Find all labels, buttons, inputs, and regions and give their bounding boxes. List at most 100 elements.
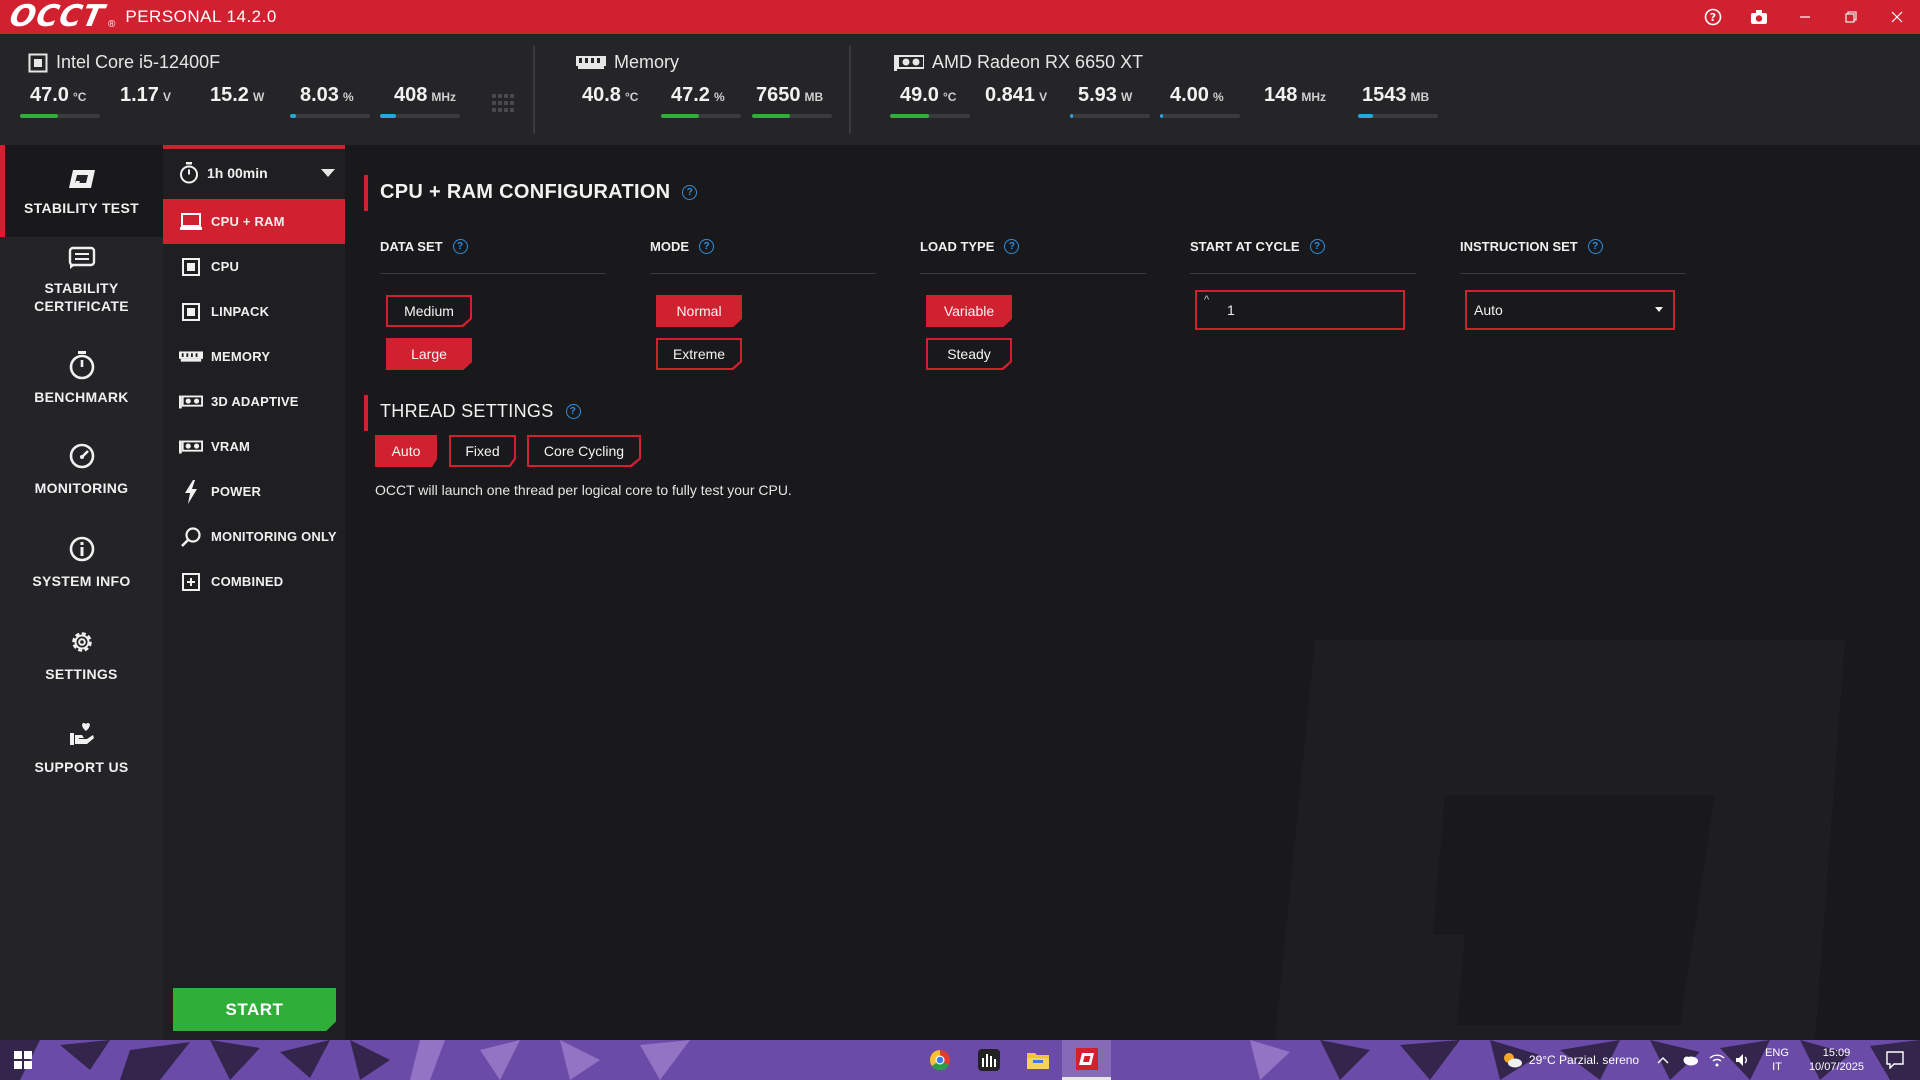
clock[interactable]: 15:09 10/07/2025	[1809, 1046, 1864, 1074]
menu-monitoring-only[interactable]: MONITORING ONLY	[163, 514, 345, 559]
instruction-set-group: INSTRUCTION SET ? Auto	[1460, 239, 1686, 330]
load-type-variable-button[interactable]: Variable	[926, 295, 1012, 327]
gpu-power: 5.93 W	[1070, 84, 1150, 124]
notification-icon[interactable]	[1886, 1051, 1904, 1069]
cpu-monitor-group: Intel Core i5-12400F 47.0 °C 1.17 V 15.2 W …	[20, 34, 530, 145]
mode-extreme-button[interactable]: Extreme	[656, 338, 742, 370]
load-type-steady-button[interactable]: Steady	[926, 338, 1012, 370]
start-at-cycle-header: START AT CYCLE ?	[1190, 239, 1416, 274]
chevron-down-icon	[1655, 307, 1663, 312]
test-type-menu: 1h 00min CPU + RAM CPU LINPACK MEMORY 3D…	[163, 145, 345, 1040]
cpu-chip-icon	[28, 53, 48, 73]
gpu-temperature: 49.0 °C	[890, 84, 970, 124]
nav-support-us[interactable]: SUPPORT US	[0, 720, 163, 800]
certificate-icon	[68, 246, 95, 269]
cpu-usage-bar	[290, 114, 370, 118]
weather-icon[interactable]	[1501, 1051, 1523, 1069]
main-navigation: STABILITY TEST STABILITY CERTIFICATE BEN…	[0, 145, 163, 1040]
help-icon[interactable]: ?	[1587, 239, 1603, 254]
cloud-icon[interactable]	[1681, 1054, 1699, 1066]
gpu-icon	[179, 395, 203, 409]
help-icon[interactable]: ?	[682, 185, 698, 200]
memory-usage-bar	[661, 114, 741, 118]
heart-hand-icon	[69, 722, 94, 745]
menu-cpu[interactable]: CPU	[163, 244, 345, 289]
nav-benchmark[interactable]: BENCHMARK	[0, 350, 163, 430]
volume-icon[interactable]	[1735, 1053, 1751, 1067]
restore-icon[interactable]	[1828, 0, 1874, 34]
duration-dropdown[interactable]: 1h 00min	[163, 157, 345, 189]
cpu-temperature: 47.0 °C	[20, 84, 100, 124]
cpu-usage: 8.03%	[290, 84, 370, 124]
instruction-set-select[interactable]: Auto	[1465, 290, 1675, 330]
close-icon[interactable]	[1874, 0, 1920, 34]
nav-stability-certificate[interactable]: STABILITY CERTIFICATE	[0, 245, 163, 337]
lightning-icon	[179, 479, 203, 504]
thread-fixed-button[interactable]: Fixed	[449, 435, 516, 467]
core-grid-icon[interactable]	[492, 94, 514, 117]
weather-text[interactable]: 29°C Parzial. sereno	[1529, 1053, 1639, 1067]
nav-monitoring[interactable]: MONITORING	[0, 441, 163, 521]
audio-app-icon[interactable]	[964, 1040, 1013, 1080]
file-explorer-icon[interactable]	[1013, 1040, 1062, 1080]
memory-monitor-group: Memory 40.8 °C 47.2% 7650 MB	[576, 34, 846, 145]
memory-name: Memory	[576, 52, 679, 73]
system-tray: 29°C Parzial. sereno ENG IT 15:09 10/07/20…	[1501, 1040, 1920, 1080]
monitor-icon	[179, 212, 203, 231]
chrome-icon[interactable]	[915, 1040, 964, 1080]
help-icon[interactable]: ?	[1309, 239, 1325, 254]
menu-combined[interactable]: COMBINED	[163, 559, 345, 604]
data-set-medium-button[interactable]: Medium	[386, 295, 472, 327]
thread-description: OCCT will launch one thread per logical …	[375, 482, 792, 498]
wifi-icon[interactable]	[1709, 1053, 1725, 1067]
chevron-up-icon[interactable]	[1657, 1056, 1669, 1064]
info-icon	[69, 536, 94, 562]
data-set-header: DATA SET ?	[380, 239, 606, 274]
chevron-down-icon	[321, 169, 335, 177]
spin-up-icon[interactable]: ^	[1204, 294, 1209, 306]
windows-start-icon[interactable]	[14, 1051, 32, 1074]
logo-registered-mark: ®	[108, 18, 116, 30]
gpu-power-bar	[1070, 114, 1150, 118]
minimize-icon[interactable]	[1782, 0, 1828, 34]
start-button[interactable]: START	[173, 988, 336, 1031]
instruction-set-header: INSTRUCTION SET ?	[1460, 239, 1686, 274]
divider	[849, 46, 851, 134]
nav-stability-test[interactable]: STABILITY TEST	[0, 145, 163, 237]
svg-text:?: ?	[1710, 11, 1716, 24]
gpu-vram-used: 1543 MB	[1358, 84, 1438, 124]
cpu-temperature-bar	[20, 114, 100, 118]
nav-system-info[interactable]: SYSTEM INFO	[0, 534, 163, 614]
nav-settings[interactable]: SETTINGS	[0, 627, 163, 707]
memory-usage: 47.2%	[661, 84, 741, 124]
start-at-cycle-input[interactable]: ^ 1	[1195, 290, 1405, 330]
mode-header: MODE ?	[650, 239, 876, 274]
occt-taskbar-icon[interactable]	[1062, 1040, 1111, 1080]
menu-vram[interactable]: VRAM	[163, 424, 345, 469]
menu-3d-adaptive[interactable]: 3D ADAPTIVE	[163, 379, 345, 424]
help-icon[interactable]: ?	[699, 239, 714, 254]
combined-icon	[179, 572, 203, 591]
thread-auto-button[interactable]: Auto	[375, 435, 437, 467]
gpu-vram-bar	[1358, 114, 1438, 118]
thread-core-cycling-button[interactable]: Core Cycling	[527, 435, 641, 467]
help-icon[interactable]: ?	[452, 239, 468, 254]
menu-power[interactable]: POWER	[163, 469, 345, 514]
stopwatch-icon	[69, 351, 94, 380]
gauge-icon	[69, 443, 94, 469]
menu-cpu-ram[interactable]: CPU + RAM	[163, 199, 345, 244]
menu-linpack[interactable]: LINPACK	[163, 289, 345, 334]
help-icon[interactable]: ?	[565, 404, 581, 419]
load-type-header: LOAD TYPE ?	[920, 239, 1146, 274]
data-set-large-button[interactable]: Large	[386, 338, 472, 370]
menu-memory[interactable]: MEMORY	[163, 334, 345, 379]
hardware-monitor-bar: Intel Core i5-12400F 47.0 °C 1.17 V 15.2 W …	[0, 34, 1920, 145]
mode-normal-button[interactable]: Normal	[656, 295, 742, 327]
language-indicator[interactable]: ENG IT	[1765, 1046, 1789, 1074]
help-icon[interactable]: ?	[1004, 239, 1020, 254]
app-version: PERSONAL 14.2.0	[125, 7, 277, 26]
configuration-panel: CPU + RAM CONFIGURATION ? DATA SET ? Med…	[345, 145, 1920, 1040]
camera-icon[interactable]	[1736, 0, 1782, 34]
stability-test-icon	[68, 170, 95, 188]
help-icon[interactable]: ?	[1690, 0, 1736, 34]
